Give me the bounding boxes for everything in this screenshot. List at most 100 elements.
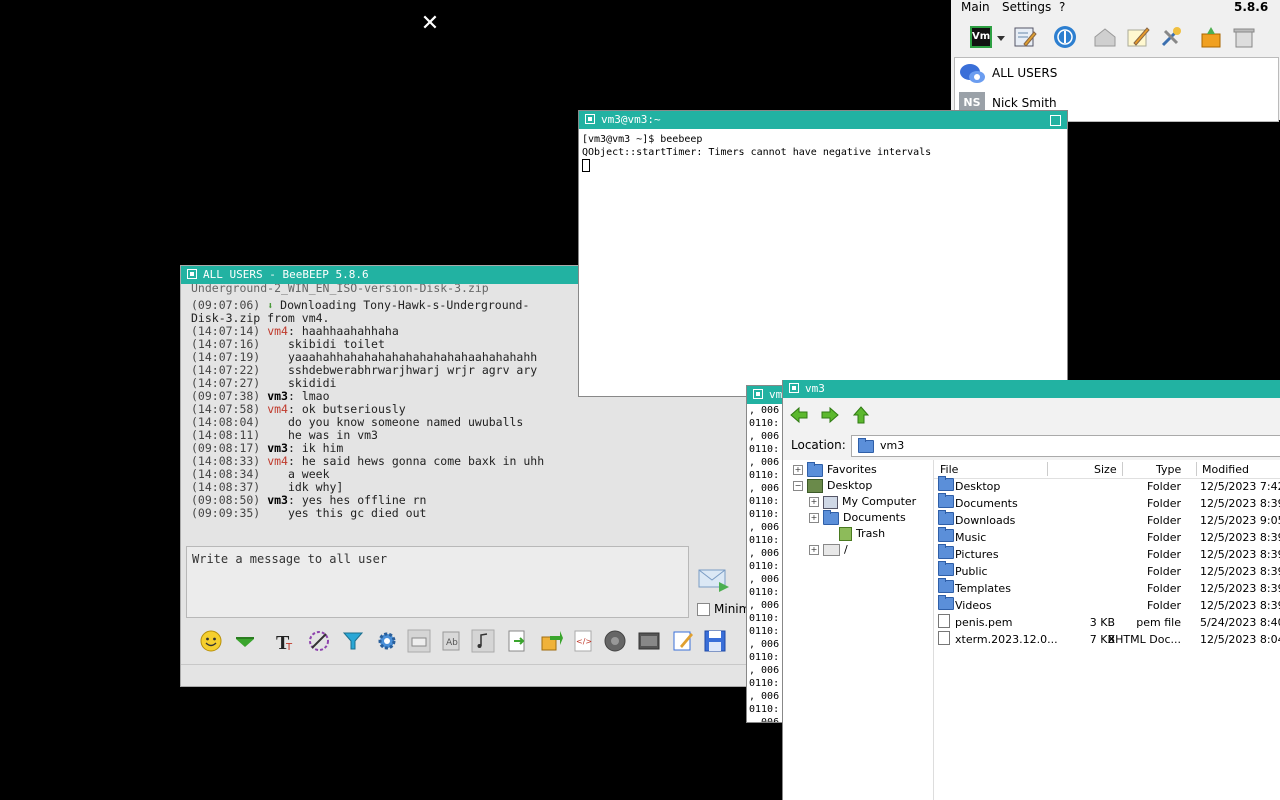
user-item-all-users[interactable]: ALL USERS <box>959 62 1259 86</box>
location-label: Location: <box>791 438 846 452</box>
sound-icon[interactable] <box>470 628 496 654</box>
tree-node[interactable]: + Favorites <box>793 461 877 478</box>
menu-help[interactable]: ? <box>1059 0 1065 14</box>
terminal-line: , 006 <box>749 522 780 533</box>
message-text: do you know someone named uwuballs <box>267 415 524 429</box>
save-icon[interactable] <box>702 628 728 654</box>
file-modified: 12/5/2023 9:05... <box>1200 514 1280 527</box>
main-toolbar: Vm <box>951 20 1280 54</box>
edit-profile-icon[interactable] <box>1012 24 1038 50</box>
forward-arrow-icon[interactable] <box>820 405 840 425</box>
share-icon[interactable] <box>538 628 564 654</box>
send-button[interactable] <box>697 566 731 594</box>
file-row[interactable]: Pictures Folder 12/5/2023 8:39... <box>934 544 1280 563</box>
x-cursor-icon: ✕ <box>420 11 440 36</box>
send-file-icon[interactable] <box>232 628 258 654</box>
vm-status-icon[interactable]: Vm <box>968 24 994 50</box>
file-row[interactable]: xterm.2023.12.0... 7 KB XHTML Doc... 12/5/2… <box>934 631 1280 648</box>
tree-node[interactable]: Trash <box>825 526 885 542</box>
dropdown-arrow-icon[interactable] <box>995 24 1007 50</box>
tools-icon[interactable] <box>1158 24 1184 50</box>
terminal-line: 0110: <box>749 678 780 689</box>
computer-icon <box>823 495 838 509</box>
trash-icon[interactable] <box>1231 24 1257 50</box>
chat-message: (09:09:35) yes this gc died out <box>191 507 426 520</box>
screenshot-icon[interactable] <box>636 628 662 654</box>
settings-icon[interactable] <box>374 628 400 654</box>
file-row[interactable]: Templates Folder 12/5/2023 8:39... <box>934 578 1280 597</box>
terminal-output[interactable]: [vm3@vm3 ~]$ beebeep QObject::startTimer:… <box>582 133 1064 393</box>
file-row[interactable]: penis.pem 3 KB pem file 5/24/2023 8:40... <box>934 614 1280 631</box>
window-menu-icon[interactable] <box>753 389 763 399</box>
expander-icon[interactable]: + <box>809 545 819 555</box>
export-icon[interactable] <box>504 628 530 654</box>
message-input[interactable]: Write a message to all user <box>186 546 689 618</box>
terminal-window: vm3@vm3:~ [vm3@vm3 ~]$ beebeep QObject::s… <box>578 110 1068 397</box>
location-field[interactable]: vm3 <box>851 435 1280 457</box>
filter-icon[interactable] <box>340 628 366 654</box>
file-modified: 12/5/2023 8:39... <box>1200 599 1280 612</box>
terminal2-titlebar[interactable]: vm <box>747 386 787 404</box>
file-name: penis.pem <box>955 616 1013 629</box>
tree-node[interactable]: − Desktop <box>793 478 872 494</box>
message-text: he was in vm3 <box>267 428 378 442</box>
maximize-icon[interactable] <box>1050 115 1061 126</box>
col-size[interactable]: Size <box>1094 463 1117 476</box>
html-icon[interactable]: </> <box>570 628 596 654</box>
file-row[interactable]: Music Folder 12/5/2023 8:39... <box>934 527 1280 546</box>
menu-settings[interactable]: Settings <box>1002 0 1051 14</box>
home-icon[interactable] <box>1092 24 1118 50</box>
tree-node[interactable]: + Documents <box>809 509 906 526</box>
network-icon[interactable] <box>1052 24 1078 50</box>
file-modified: 12/5/2023 8:39... <box>1200 565 1280 578</box>
menu-main[interactable]: Main <box>961 0 990 14</box>
chat-title: ALL USERS - BeeBEEP 5.8.6 <box>203 268 369 281</box>
tree-node[interactable]: + My Computer <box>809 494 916 510</box>
chat-bottom-toolbar: T T Ab </> <box>186 624 746 660</box>
file-row[interactable]: Public Folder 12/5/2023 8:39... <box>934 561 1280 580</box>
back-arrow-icon[interactable] <box>789 405 809 425</box>
col-modified[interactable]: Modified <box>1202 463 1249 476</box>
menu-bar: Main Settings ? 5.8.6 <box>951 0 1280 16</box>
file-row[interactable]: Documents Folder 12/5/2023 8:39... <box>934 493 1280 512</box>
terminal-line: , 006 <box>749 717 780 723</box>
terminal-titlebar[interactable]: vm3@vm3:~ <box>579 111 1067 129</box>
file-row[interactable]: Videos Folder 12/5/2023 8:39... <box>934 595 1280 614</box>
checkbox-box[interactable] <box>697 603 710 616</box>
minimize-label: Minim <box>714 602 751 616</box>
col-file[interactable]: File <box>940 463 958 476</box>
up-arrow-icon[interactable] <box>851 405 871 425</box>
edit-icon[interactable] <box>670 628 696 654</box>
terminal2-output[interactable]: , 006 0110: , 006 0110: , 006 0110: , 006 0110:… <box>749 404 780 723</box>
terminal-line: 0110: <box>749 509 780 520</box>
expander-icon[interactable]: − <box>793 481 803 491</box>
expander-icon[interactable]: + <box>793 465 803 475</box>
minimize-checkbox[interactable]: Minim <box>697 602 750 616</box>
message-text: : he said hews gonna come baxk in uhh <box>287 454 545 468</box>
font-icon[interactable]: TT <box>272 628 298 654</box>
tree-node[interactable]: + / <box>809 542 848 558</box>
print-icon[interactable] <box>406 628 432 654</box>
svg-text:Ab: Ab <box>446 638 458 648</box>
emoticon-icon[interactable] <box>198 628 224 654</box>
status-bar <box>181 664 747 687</box>
file-modified: 12/5/2023 8:39... <box>1200 497 1280 510</box>
col-type[interactable]: Type <box>1156 463 1181 476</box>
window-menu-icon[interactable] <box>585 114 595 124</box>
message-time: (14:07:27) <box>191 376 261 390</box>
file-row[interactable]: Downloads Folder 12/5/2023 9:05... <box>934 510 1280 529</box>
expander-icon[interactable]: + <box>809 513 819 523</box>
window-menu-icon[interactable] <box>187 269 197 279</box>
file-manager-titlebar[interactable]: vm3 <box>783 380 1280 398</box>
update-icon[interactable] <box>1198 24 1224 50</box>
record-icon[interactable] <box>602 628 628 654</box>
spell-icon[interactable]: Ab <box>438 628 464 654</box>
file-row[interactable]: Desktop Folder 12/5/2023 7:42... <box>934 476 1280 495</box>
file-manager-title: vm3 <box>805 382 825 395</box>
color-icon[interactable] <box>306 628 332 654</box>
expander-icon[interactable]: + <box>809 497 819 507</box>
message-time: (14:07:22) <box>191 363 261 377</box>
window-menu-icon[interactable] <box>789 383 799 393</box>
note-icon[interactable] <box>1125 24 1151 50</box>
file-icon <box>938 631 950 645</box>
